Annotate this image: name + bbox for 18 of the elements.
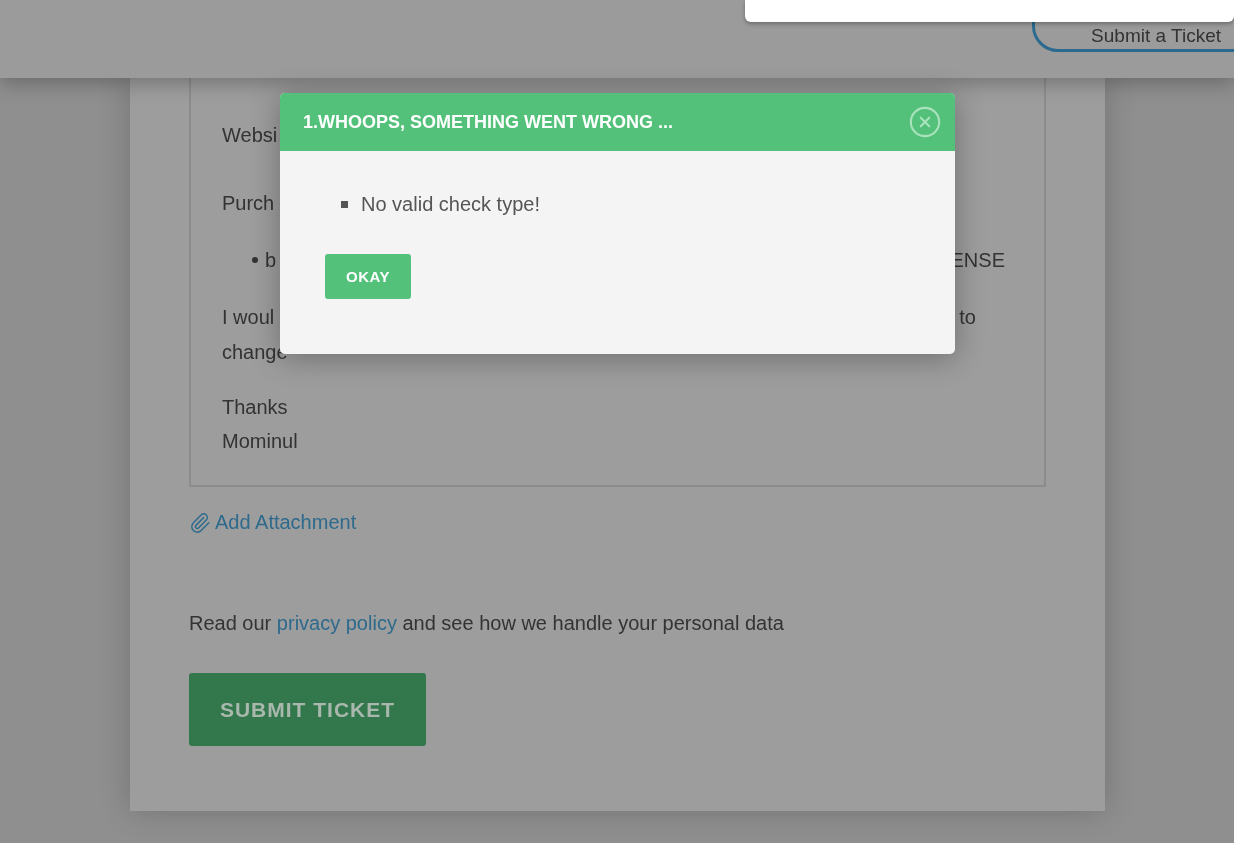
message-text: I woul: [222, 305, 275, 329]
paperclip-icon: [189, 511, 211, 534]
privacy-policy-link[interactable]: privacy policy: [276, 612, 397, 634]
message-text: Websi: [222, 123, 278, 147]
dialog-title: 1.WHOOPS, SOMETHING WENT WRONG ...: [303, 111, 673, 133]
add-attachment-link[interactable]: Add Attachment: [189, 511, 357, 534]
bullet-icon: [341, 200, 348, 208]
message-text: Mominul: [222, 429, 298, 453]
message-text: to: [959, 305, 976, 329]
close-button[interactable]: [908, 105, 942, 139]
message-text: Purch: [222, 191, 275, 215]
error-message: No valid check type!: [361, 192, 540, 216]
privacy-notice: Read our privacy policy and see how we handle your personal data: [189, 612, 785, 635]
submit-ticket-button[interactable]: SUBMIT TICKET: [189, 673, 426, 746]
message-text: b: [265, 248, 277, 272]
bullet-icon: [252, 257, 258, 263]
okay-button[interactable]: OKAY: [325, 254, 411, 299]
message-text: Thanks: [222, 395, 288, 419]
